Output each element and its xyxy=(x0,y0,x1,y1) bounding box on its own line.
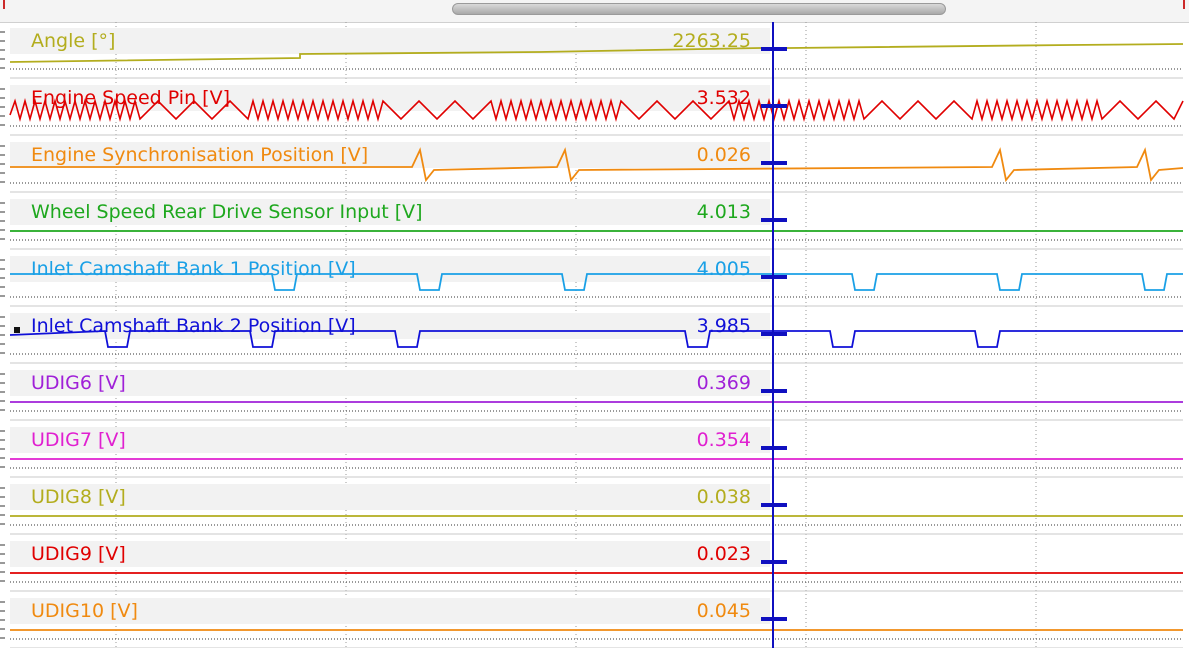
channel-value: 0.045 xyxy=(696,600,751,622)
channel-label[interactable]: Inlet Camshaft Bank 1 Position [V] xyxy=(31,257,356,281)
channel-label[interactable]: UDIG8 [V] xyxy=(31,485,126,509)
channel-label[interactable]: UDIG9 [V] xyxy=(31,542,126,566)
scrollbar-thumb[interactable] xyxy=(452,3,946,15)
channel-value: 0.369 xyxy=(696,372,751,394)
channel-value: 0.038 xyxy=(696,486,751,508)
channel-label[interactable]: Engine Synchronisation Position [V] xyxy=(31,143,368,167)
channel-value: 3.985 xyxy=(696,315,751,337)
channel-label[interactable]: UDIG10 [V] xyxy=(31,599,138,623)
channel-value: 0.023 xyxy=(696,543,751,565)
horizontal-scrollbar[interactable] xyxy=(0,0,1189,23)
channel-label[interactable]: UDIG7 [V] xyxy=(31,428,126,452)
channel-label[interactable]: Angle [°] xyxy=(31,29,115,53)
channel-value: 0.354 xyxy=(696,429,751,451)
channel-value: 4.005 xyxy=(696,258,751,280)
channel-value: 4.013 xyxy=(696,201,751,223)
channel-label[interactable]: Wheel Speed Rear Drive Sensor Input [V] xyxy=(31,200,423,224)
channel-value: 2263.25 xyxy=(672,30,751,52)
right-edge-marker xyxy=(1183,0,1185,9)
channel-label[interactable]: Inlet Camshaft Bank 2 Position [V] xyxy=(31,314,356,338)
channel-label[interactable]: Engine Speed Pin [V] xyxy=(31,86,230,110)
channel-value: 3.532 xyxy=(696,87,751,109)
channel-value: 0.026 xyxy=(696,144,751,166)
selected-channel-marker xyxy=(14,327,20,333)
channel-label[interactable]: UDIG6 [V] xyxy=(31,371,126,395)
left-edge-marker xyxy=(3,0,5,9)
